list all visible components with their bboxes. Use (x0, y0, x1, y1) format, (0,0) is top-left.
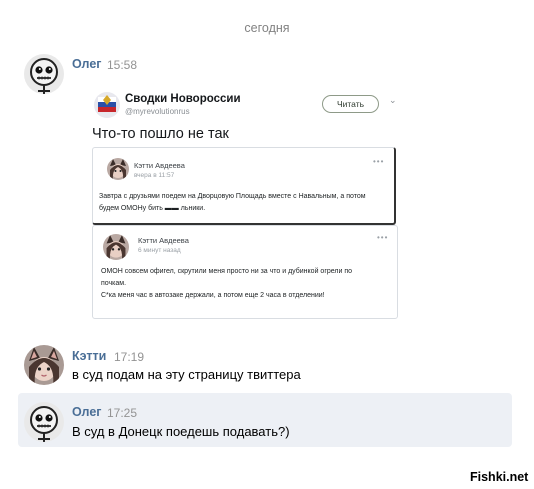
cat-girl-icon (24, 345, 64, 385)
watermark: Fishki.net (470, 470, 529, 484)
follow-button[interactable]: Читать (322, 95, 379, 113)
channel-name: Сводки Новороссии (125, 93, 241, 105)
more-icon: ••• (377, 233, 389, 242)
tweet-screenshot[interactable]: Сводки Новороссии @myrevolutionrus Читат… (84, 81, 416, 321)
cat-girl-avatar-icon (103, 234, 129, 260)
author-name[interactable]: Олег (72, 57, 102, 71)
chevron-down-icon[interactable]: ⌄ (389, 95, 397, 106)
message-time[interactable]: 17:25 (107, 406, 137, 420)
quoted-post: Кэтти Авдеева 6 минут назад ••• ОМОН сов… (92, 225, 398, 319)
date-separator: сегодня (244, 21, 290, 35)
more-icon: ••• (373, 157, 385, 166)
quoted-author: Кэтти Авдеева (138, 236, 189, 245)
avatar[interactable] (24, 345, 64, 385)
message-text: В суд в Донецк поедешь подавать?) (72, 424, 290, 439)
quoted-text: Завтра с друзьями поедем на Дворцовую Пл… (99, 191, 391, 215)
message-text: в суд подам на эту страницу твиттера (72, 367, 301, 382)
skull-face-icon (24, 402, 64, 442)
quoted-time: вчера в 11:57 (134, 172, 175, 179)
quoted-line: будем ОМОНу бить ▬▬ льники. (99, 205, 206, 212)
channel-handle: @myrevolutionrus (125, 107, 190, 116)
quoted-line: почкам. (101, 280, 127, 287)
avatar[interactable] (24, 54, 64, 94)
avatar[interactable] (24, 402, 64, 442)
quoted-time: 6 минут назад (138, 247, 181, 254)
tweet-text: Что-то пошло не так (92, 126, 229, 142)
quoted-line: С*ка меня час в автозаке держали, а пото… (101, 292, 325, 299)
quoted-post: Кэтти Авдеева вчера в 11:57 ••• Завтра с… (92, 147, 396, 225)
quoted-text: ОМОН совсем офигел, скрутили меня просто… (101, 266, 397, 302)
quoted-line: Завтра с друзьями поедем на Дворцовую Пл… (99, 193, 366, 200)
skull-face-icon (24, 54, 64, 94)
channel-logo-icon (94, 92, 120, 118)
quoted-line: ОМОН совсем офигел, скрутили меня просто… (101, 268, 353, 275)
author-name[interactable]: Олег (72, 405, 102, 419)
author-name[interactable]: Кэтти (72, 349, 106, 363)
cat-girl-avatar-icon (107, 158, 129, 180)
message-time[interactable]: 15:58 (107, 58, 137, 72)
message-time[interactable]: 17:19 (114, 350, 144, 364)
quoted-author: Кэтти Авдеева (134, 161, 185, 170)
